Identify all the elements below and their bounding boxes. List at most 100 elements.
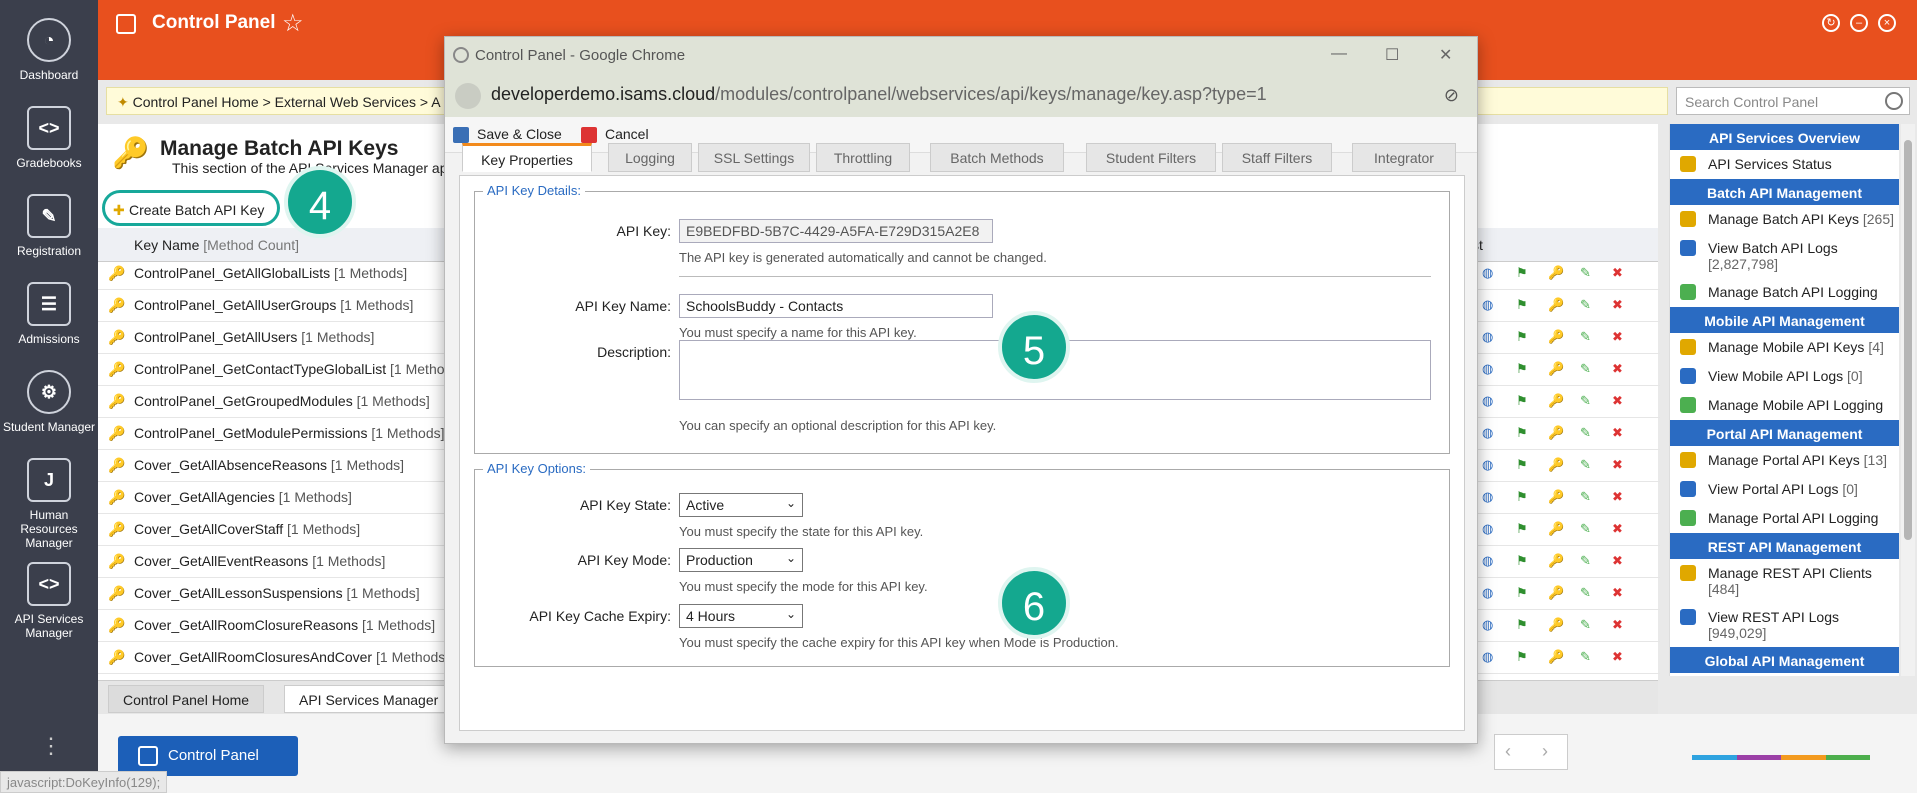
panel-link[interactable]: View Portal API Logs [0] <box>1670 475 1899 504</box>
flag-icon[interactable]: ⚑ <box>1516 489 1528 505</box>
create-batch-api-key-button[interactable]: ✚ Create Batch API Key <box>102 190 280 226</box>
edit-key-icon[interactable]: ✎ <box>1580 329 1591 345</box>
globe-icon[interactable]: ◍ <box>1482 617 1493 633</box>
tab-staff-filters[interactable]: Staff Filters <box>1222 143 1332 172</box>
delete-key-icon[interactable]: ✖ <box>1612 521 1623 537</box>
key-icon[interactable]: 🔑 <box>1548 553 1564 569</box>
favorite-star-icon[interactable]: ☆ <box>282 9 304 38</box>
edit-key-icon[interactable]: ✎ <box>1580 617 1591 633</box>
panel-link[interactable]: API Services Status <box>1670 150 1899 179</box>
table-row[interactable]: 🔑 Cover_GetAllRoomClosureReasons [1 Metho… <box>98 610 468 642</box>
more-options-icon[interactable]: ⋮ <box>40 735 62 757</box>
panel-link[interactable]: Manage REST API Clients [484] <box>1670 559 1899 603</box>
right-scrollbar[interactable] <box>1901 124 1915 676</box>
key-icon[interactable]: 🔑 <box>1548 393 1564 409</box>
globe-icon[interactable]: ◍ <box>1482 297 1493 313</box>
sidebar-item-dashboard[interactable]: ◔ Dashboard <box>0 18 98 82</box>
flag-icon[interactable]: ⚑ <box>1516 521 1528 537</box>
table-row[interactable]: 🔑 ControlPanel_GetAllGlobalLists [1 Metho… <box>98 258 468 290</box>
key-name[interactable]: Cover_GetAllAgencies <box>134 489 275 505</box>
panel-link[interactable]: Manage Portal API Keys [13] <box>1670 446 1899 475</box>
delete-key-icon[interactable]: ✖ <box>1612 585 1623 601</box>
delete-key-icon[interactable]: ✖ <box>1612 553 1623 569</box>
panel-link[interactable]: Manage Mobile API Keys [4] <box>1670 333 1899 362</box>
key-name[interactable]: Cover_GetAllRoomClosuresAndCover <box>134 649 372 665</box>
edit-key-icon[interactable]: ✎ <box>1580 585 1591 601</box>
tab-api-services-manager[interactable]: API Services Manager <box>284 685 454 713</box>
tab-batch-methods[interactable]: Batch Methods <box>930 143 1064 172</box>
site-settings-icon[interactable] <box>455 83 481 109</box>
key-icon[interactable]: 🔑 <box>1548 361 1564 377</box>
next-button[interactable]: › <box>1542 741 1548 761</box>
panel-link[interactable]: View Batch API Logs [2,827,798] <box>1670 234 1899 278</box>
flag-icon[interactable]: ⚑ <box>1516 329 1528 345</box>
key-name[interactable]: ControlPanel_GetModulePermissions <box>134 425 367 441</box>
globe-icon[interactable]: ◍ <box>1482 489 1493 505</box>
key-icon[interactable]: 🔑 <box>1548 265 1564 281</box>
key-name[interactable]: Cover_GetAllAbsenceReasons <box>134 457 327 473</box>
globe-icon[interactable]: ◍ <box>1482 425 1493 441</box>
table-row[interactable]: 🔑 Cover_GetAllAgencies [1 Methods] <box>98 482 468 514</box>
save-close-button[interactable]: Save & Close <box>477 126 562 142</box>
tab-key-properties[interactable]: Key Properties <box>462 143 592 172</box>
delete-key-icon[interactable]: ✖ <box>1612 297 1623 313</box>
panel-link[interactable]: Manage Batch API Keys [265] <box>1670 205 1899 234</box>
edit-key-icon[interactable]: ✎ <box>1580 393 1591 409</box>
sidebar-item-hr-manager[interactable]: J Human Resources Manager <box>0 458 98 550</box>
globe-icon[interactable]: ◍ <box>1482 553 1493 569</box>
sidebar-item-admissions[interactable]: ☰ Admissions <box>0 282 98 346</box>
key-icon[interactable]: 🔑 <box>1548 297 1564 313</box>
flag-icon[interactable]: ⚑ <box>1516 297 1528 313</box>
key-icon[interactable]: 🔑 <box>1548 649 1564 665</box>
key-name[interactable]: Cover_GetAllRoomClosureReasons <box>134 617 358 633</box>
api-key-field[interactable]: E9BEDFBD-5B7C-4429-A5FA-E729D315A2E8 <box>679 219 993 243</box>
table-row[interactable]: 🔑 ControlPanel_GetModulePermissions [1 Me… <box>98 418 468 450</box>
edit-key-icon[interactable]: ✎ <box>1580 457 1591 473</box>
panel-link[interactable]: Manage Portal API Logging <box>1670 504 1899 533</box>
panel-link[interactable]: View REST API Logs [949,029] <box>1670 603 1899 647</box>
table-row[interactable]: 🔑 Cover_GetAllRoomClosuresAndCover [1 Met… <box>98 642 468 674</box>
tab-integrator[interactable]: Integrator <box>1352 143 1456 172</box>
breadcrumb-section[interactable]: External Web Services <box>275 94 416 110</box>
tab-logging[interactable]: Logging <box>608 143 692 172</box>
flag-icon[interactable]: ⚑ <box>1516 425 1528 441</box>
edit-key-icon[interactable]: ✎ <box>1580 265 1591 281</box>
globe-icon[interactable]: ◍ <box>1482 521 1493 537</box>
minimize-icon[interactable]: – <box>1850 14 1868 32</box>
delete-key-icon[interactable]: ✖ <box>1612 489 1623 505</box>
table-row[interactable]: 🔑 Cover_GetAllAbsenceReasons [1 Methods] <box>98 450 468 482</box>
key-name[interactable]: ControlPanel_GetContactTypeGlobalList <box>134 361 386 377</box>
globe-icon[interactable]: ◍ <box>1482 265 1493 281</box>
key-name[interactable]: ControlPanel_GetAllUserGroups <box>134 297 336 313</box>
flag-icon[interactable]: ⚑ <box>1516 265 1528 281</box>
flag-icon[interactable]: ⚑ <box>1516 457 1528 473</box>
key-icon[interactable]: 🔑 <box>1548 329 1564 345</box>
cancel-button[interactable]: Cancel <box>605 126 649 142</box>
key-name[interactable]: ControlPanel_GetGroupedModules <box>134 393 353 409</box>
panel-link[interactable]: Manage API Service Address <box>1670 673 1899 676</box>
globe-icon[interactable]: ◍ <box>1482 649 1493 665</box>
key-name[interactable]: Cover_GetAllLessonSuspensions <box>134 585 343 601</box>
search-input[interactable]: Search Control Panel <box>1676 87 1910 115</box>
edit-key-icon[interactable]: ✎ <box>1580 553 1591 569</box>
table-row[interactable]: 🔑 ControlPanel_GetAllUserGroups [1 Method… <box>98 290 468 322</box>
api-key-name-field[interactable]: SchoolsBuddy - Contacts <box>679 294 993 318</box>
edit-key-icon[interactable]: ✎ <box>1580 297 1591 313</box>
delete-key-icon[interactable]: ✖ <box>1612 361 1623 377</box>
panel-link[interactable]: Manage Batch API Logging <box>1670 278 1899 307</box>
tab-control-panel-home[interactable]: Control Panel Home <box>108 685 265 713</box>
globe-icon[interactable]: ◍ <box>1482 585 1493 601</box>
delete-key-icon[interactable]: ✖ <box>1612 425 1623 441</box>
column-key-name[interactable]: Key Name <box>134 237 199 253</box>
key-icon[interactable]: 🔑 <box>1548 521 1564 537</box>
control-panel-button[interactable]: Control Panel <box>118 736 298 776</box>
delete-key-icon[interactable]: ✖ <box>1612 457 1623 473</box>
flag-icon[interactable]: ⚑ <box>1516 585 1528 601</box>
tab-throttling[interactable]: Throttling <box>816 143 910 172</box>
globe-icon[interactable]: ◍ <box>1482 393 1493 409</box>
window-minimize-icon[interactable]: — <box>1331 45 1347 63</box>
table-row[interactable]: 🔑 Cover_GetAllEventReasons [1 Methods] <box>98 546 468 578</box>
delete-key-icon[interactable]: ✖ <box>1612 617 1623 633</box>
key-name[interactable]: ControlPanel_GetAllGlobalLists <box>134 265 330 281</box>
prev-button[interactable]: ‹ <box>1505 741 1511 761</box>
